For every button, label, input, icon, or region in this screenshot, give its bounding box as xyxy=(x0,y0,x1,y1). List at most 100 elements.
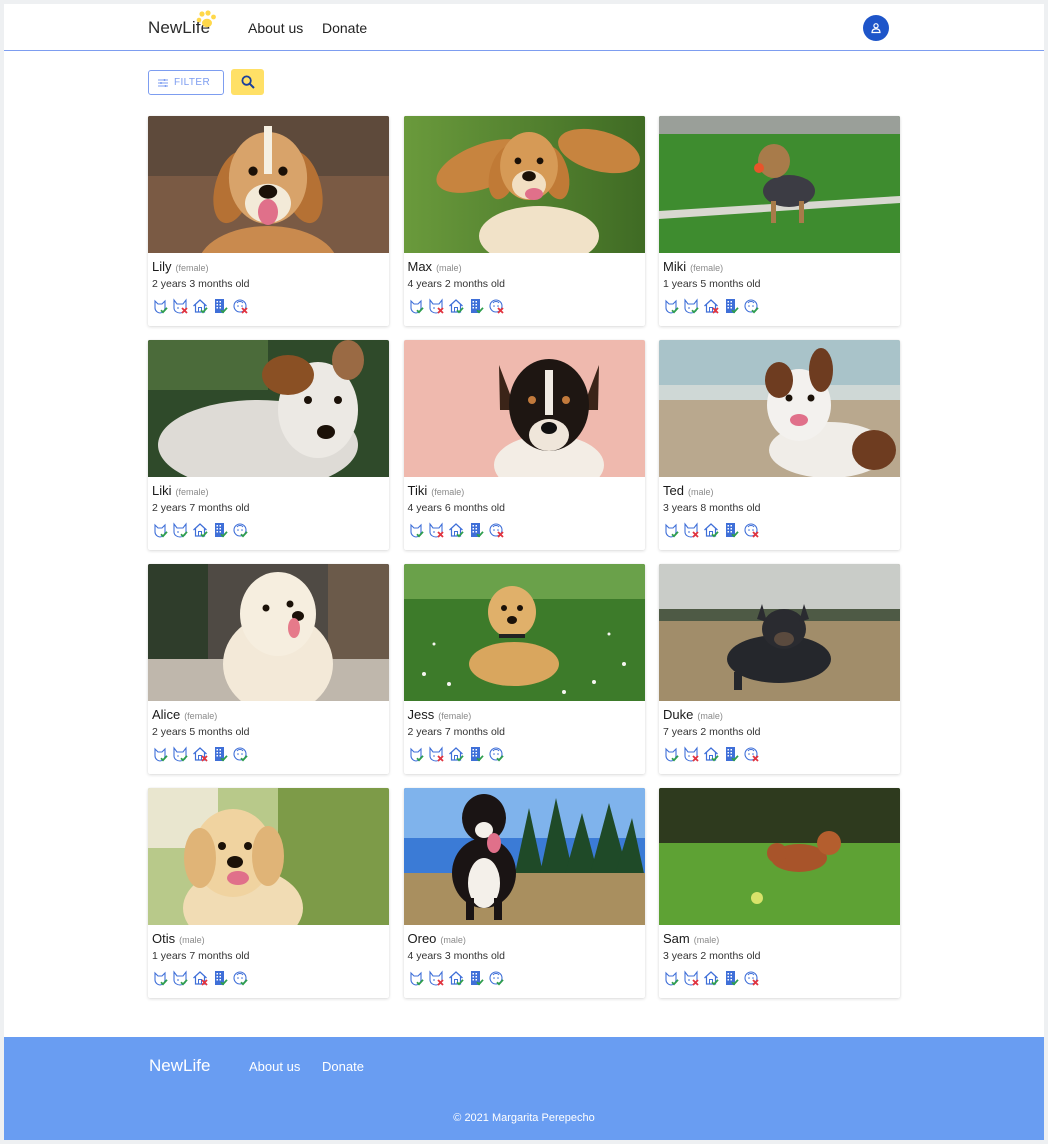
apartment-icon xyxy=(468,970,484,986)
pet-info: Ted (male) 3 years 8 months old xyxy=(659,477,900,538)
pet-compatibility-icons xyxy=(663,298,896,314)
pet-photo[interactable] xyxy=(148,788,389,925)
pet-gender: (male) xyxy=(693,935,720,945)
pet-gender: (female) xyxy=(175,263,209,273)
nav-about-link[interactable]: About us xyxy=(248,20,303,36)
pet-name[interactable]: Miki xyxy=(663,259,686,274)
pet-age: 2 years 7 months old xyxy=(407,726,505,738)
footer-about-link[interactable]: About us xyxy=(249,1059,300,1074)
pet-name[interactable]: Liki xyxy=(152,483,172,498)
cats-icon xyxy=(428,970,444,986)
house-icon xyxy=(703,746,719,762)
kids-icon xyxy=(488,970,504,986)
dogs-icon xyxy=(408,746,424,762)
pet-info: Miki (female) 1 years 5 months old xyxy=(659,253,900,314)
user-account-button[interactable] xyxy=(863,15,889,41)
cats-icon xyxy=(683,970,699,986)
pet-photo[interactable] xyxy=(403,788,645,925)
dogs-icon xyxy=(152,298,168,314)
pet-card-ted[interactable]: Ted (male) 3 years 8 months old xyxy=(659,340,900,550)
kids-icon xyxy=(232,970,248,986)
pet-compatibility-icons xyxy=(663,746,896,762)
apartment-icon xyxy=(468,298,484,314)
cats-icon xyxy=(172,970,188,986)
house-icon xyxy=(448,522,464,538)
pet-card-lily[interactable]: Lily (female) 2 years 3 months old xyxy=(148,116,389,326)
footer-logo[interactable]: NewLife xyxy=(149,1056,210,1076)
search-icon xyxy=(241,75,255,89)
pet-compatibility-icons xyxy=(152,522,385,538)
pet-photo[interactable] xyxy=(659,788,900,925)
apartment-icon xyxy=(212,970,228,986)
pet-name[interactable]: Lily xyxy=(152,259,172,274)
pet-age: 2 years 5 months old xyxy=(152,726,250,738)
pet-name[interactable]: Duke xyxy=(663,707,693,722)
pet-card-alice[interactable]: Alice (female) 2 years 5 months old xyxy=(148,564,389,774)
pet-gender: (female) xyxy=(175,487,209,497)
pet-card-jess[interactable]: Jess (female) 2 years 7 months old xyxy=(403,564,645,774)
pet-compatibility-icons xyxy=(152,970,385,986)
dogs-icon xyxy=(408,970,424,986)
pet-photo[interactable] xyxy=(659,340,900,477)
pet-compatibility-icons xyxy=(408,298,641,314)
pet-card-sam[interactable]: Sam (male) 3 years 2 months old xyxy=(659,788,900,998)
pet-gender: (male) xyxy=(179,935,205,945)
house-icon xyxy=(448,746,464,762)
pet-info: Lily (female) 2 years 3 months old xyxy=(148,253,389,314)
filter-button[interactable]: FILTER xyxy=(148,70,224,95)
pet-photo[interactable] xyxy=(148,340,389,477)
footer: NewLife About us Donate © 2021 Margarita… xyxy=(4,1037,1044,1140)
pet-photo[interactable] xyxy=(659,564,900,701)
pet-info: Tiki (female) 4 years 6 months old xyxy=(404,477,645,538)
pet-card-otis[interactable]: Otis (male) 1 years 7 months old xyxy=(148,788,389,998)
apartment-icon xyxy=(212,746,228,762)
apartment-icon xyxy=(723,522,739,538)
house-icon xyxy=(703,298,719,314)
pet-photo[interactable] xyxy=(148,564,389,701)
pet-gender: (male) xyxy=(436,263,462,273)
pet-photo[interactable] xyxy=(659,116,900,253)
pet-name[interactable]: Otis xyxy=(152,931,175,946)
search-button[interactable] xyxy=(231,69,264,95)
pet-compatibility-icons xyxy=(408,522,641,538)
kids-icon xyxy=(743,970,759,986)
pet-card-oreo[interactable]: Oreo (male) 4 years 3 months old xyxy=(403,788,645,998)
pet-compatibility-icons xyxy=(663,522,896,538)
pet-name[interactable]: Max xyxy=(408,259,433,274)
pet-card-liki[interactable]: Liki (female) 2 years 7 months old xyxy=(148,340,389,550)
pet-photo[interactable] xyxy=(148,116,389,253)
pet-age: 1 years 7 months old xyxy=(152,950,250,962)
pet-info: Sam (male) 3 years 2 months old xyxy=(659,925,900,986)
pet-name[interactable]: Tiki xyxy=(408,483,428,498)
cats-icon xyxy=(428,522,444,538)
pet-name[interactable]: Alice xyxy=(152,707,180,722)
cats-icon xyxy=(172,298,188,314)
pet-photo[interactable] xyxy=(403,564,645,701)
pet-photo[interactable] xyxy=(403,116,645,253)
cats-icon xyxy=(683,746,699,762)
pet-age: 4 years 6 months old xyxy=(407,502,505,514)
house-icon xyxy=(192,746,208,762)
pet-age: 4 years 2 months old xyxy=(407,278,505,290)
pet-card-max[interactable]: Max (male) 4 years 2 months old xyxy=(403,116,645,326)
pet-name[interactable]: Sam xyxy=(663,931,690,946)
pet-photo[interactable] xyxy=(403,340,645,477)
dogs-icon xyxy=(663,522,679,538)
pet-card-miki[interactable]: Miki (female) 1 years 5 months old xyxy=(659,116,900,326)
pet-name[interactable]: Ted xyxy=(663,483,684,498)
pet-age: 3 years 8 months old xyxy=(663,502,761,514)
dogs-icon xyxy=(408,298,424,314)
footer-donate-link[interactable]: Donate xyxy=(322,1059,364,1074)
pet-info: Alice (female) 2 years 5 months old xyxy=(148,701,389,762)
pet-name[interactable]: Jess xyxy=(408,707,435,722)
dogs-icon xyxy=(663,298,679,314)
page: NewLife About us Donate FILTER Lily (fem… xyxy=(4,4,1044,1140)
pet-card-duke[interactable]: Duke (male) 7 years 2 months old xyxy=(659,564,900,774)
pet-card-tiki[interactable]: Tiki (female) 4 years 6 months old xyxy=(403,340,645,550)
nav-donate-link[interactable]: Donate xyxy=(322,20,367,36)
pet-age: 3 years 2 months old xyxy=(663,950,761,962)
pet-info: Max (male) 4 years 2 months old xyxy=(404,253,645,314)
pet-gender: (female) xyxy=(431,487,465,497)
pet-name[interactable]: Oreo xyxy=(408,931,437,946)
pet-info: Liki (female) 2 years 7 months old xyxy=(148,477,389,538)
